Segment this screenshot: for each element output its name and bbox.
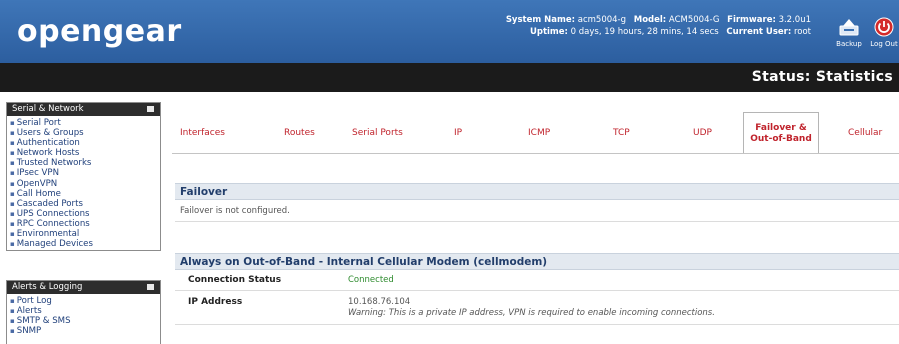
sidebar-item-alerts[interactable]: ▪ Alerts xyxy=(10,306,157,316)
opengear-logo[interactable]: opengear xyxy=(17,14,182,49)
sidebar-item-serial-port[interactable]: ▪ Serial Port xyxy=(10,118,157,128)
logout-label: Log Out xyxy=(870,40,898,48)
serial-network-menu-list: ▪ Serial Port ▪ Users & Groups ▪ Authentica… xyxy=(7,116,160,250)
failover-section-title: Failover xyxy=(175,183,899,200)
tab-udp[interactable]: UDP xyxy=(693,128,712,138)
backup-tray-icon xyxy=(839,19,859,36)
sidebar-item-port-log[interactable]: ▪ Port Log xyxy=(10,296,157,306)
bullet-icon: ▪ xyxy=(10,159,15,168)
sidebar-item-managed-devices[interactable]: ▪ Managed Devices xyxy=(10,239,157,249)
bullet-icon: ▪ xyxy=(10,307,15,316)
alerts-logging-menu: Alerts & Logging ▪ Port Log ▪ Alerts ▪ SMTP… xyxy=(6,280,161,344)
current-user-value: root xyxy=(793,27,811,37)
serial-network-menu: Serial & Network ▪ Serial Port ▪ Users & G… xyxy=(6,102,161,252)
oob-section-title: Always on Out-of-Band - Internal Cellula… xyxy=(175,253,899,270)
tab-ip[interactable]: IP xyxy=(454,128,462,138)
uptime-label: Uptime: xyxy=(529,27,568,37)
connection-status-row: Connection Status Connected xyxy=(175,270,899,291)
tab-failover-label-line2: Out-of-Band xyxy=(750,134,812,144)
alerts-logging-menu-header[interactable]: Alerts & Logging xyxy=(7,281,160,294)
sidebar-item-cascaded-ports[interactable]: ▪ Cascaded Ports xyxy=(10,199,157,209)
bullet-icon: ▪ xyxy=(10,119,15,127)
bullet-icon: ▪ xyxy=(10,189,15,198)
bullet-icon: ▪ xyxy=(10,129,15,138)
logout-button[interactable]: Log Out xyxy=(866,17,899,48)
ip-address-row: IP Address 10.168.76.104 Warning: This i… xyxy=(175,291,899,325)
bullet-icon: ▪ xyxy=(10,230,15,239)
sidebar-item-snmp[interactable]: ▪ SNMP xyxy=(10,326,157,336)
model-label: Model: xyxy=(633,15,667,25)
tab-cellular[interactable]: Cellular xyxy=(848,128,882,138)
collapse-square-icon[interactable] xyxy=(147,284,154,290)
tab-icmp[interactable]: ICMP xyxy=(528,128,550,138)
sidebar-item-environmental[interactable]: ▪ Environmental xyxy=(10,229,157,239)
sidebar-item-trusted-networks[interactable]: ▪ Trusted Networks xyxy=(10,158,157,168)
backup-label: Backup xyxy=(836,40,862,48)
sidebar-item-network-hosts[interactable]: ▪ Network Hosts xyxy=(10,148,157,158)
connection-status-label: Connection Status xyxy=(188,275,282,285)
statistics-tabs: Interfaces Routes Serial Ports IP ICMP T… xyxy=(172,112,899,154)
tab-interfaces[interactable]: Interfaces xyxy=(180,128,225,138)
sidebar-item-rpc-connections[interactable]: ▪ RPC Connections xyxy=(10,219,157,229)
failover-row: Failover is not configured. xyxy=(175,200,899,222)
tab-failover-label-line1: Failover & xyxy=(755,123,807,133)
sidebar-item-ipsec-vpn[interactable]: ▪ IPsec VPN xyxy=(10,168,157,178)
alerts-logging-menu-list: ▪ Port Log ▪ Alerts ▪ SMTP & SMS ▪ SNMP xyxy=(7,294,160,337)
current-user-label: Current User: xyxy=(726,27,792,37)
sidebar-item-users-groups[interactable]: ▪ Users & Groups xyxy=(10,128,157,138)
firmware-value: 3.2.0u1 xyxy=(778,15,811,25)
bullet-icon: ▪ xyxy=(10,139,15,148)
backup-button[interactable]: Backup xyxy=(831,17,867,48)
connection-status-value: Connected xyxy=(348,275,394,285)
tab-serial-ports[interactable]: Serial Ports xyxy=(352,128,403,138)
page-title: Status: Statistics xyxy=(751,69,893,85)
serial-network-menu-title: Serial & Network xyxy=(12,104,84,114)
title-bar: Status: Statistics xyxy=(0,63,899,92)
bullet-icon: ▪ xyxy=(10,169,15,178)
ip-address-block: 10.168.76.104 Warning: This is a private… xyxy=(348,297,715,319)
sidebar-item-authentication[interactable]: ▪ Authentication xyxy=(10,138,157,148)
alerts-logging-menu-title: Alerts & Logging xyxy=(12,282,83,292)
bullet-icon: ▪ xyxy=(10,199,15,208)
bullet-icon: ▪ xyxy=(10,149,15,158)
tab-routes[interactable]: Routes xyxy=(284,128,315,138)
tabs-divider xyxy=(172,153,899,154)
ip-address-value: 10.168.76.104 xyxy=(348,297,411,307)
bullet-icon: ▪ xyxy=(10,219,15,228)
bullet-icon: ▪ xyxy=(10,297,15,305)
collapse-square-icon[interactable] xyxy=(147,106,154,112)
model-value: ACM5004-G xyxy=(668,15,720,25)
bullet-icon: ▪ xyxy=(10,240,15,249)
sidebar-item-call-home[interactable]: ▪ Call Home xyxy=(10,189,157,199)
sidebar-item-ups-connections[interactable]: ▪ UPS Connections xyxy=(10,209,157,219)
uptime-value: 0 days, 19 hours, 28 mins, 14 secs xyxy=(570,27,719,37)
bullet-icon: ▪ xyxy=(10,327,15,336)
top-header: opengear System Name: acm5004-g Model: A… xyxy=(0,0,899,63)
failover-message: Failover is not configured. xyxy=(180,206,290,216)
serial-network-menu-header[interactable]: Serial & Network xyxy=(7,103,160,116)
ip-warning-text: Warning: This is a private IP address, V… xyxy=(348,308,715,318)
tab-tcp[interactable]: TCP xyxy=(613,128,630,138)
system-name-value: acm5004-g xyxy=(577,15,627,25)
system-name-label: System Name: xyxy=(505,15,576,25)
system-info: System Name: acm5004-g Model: ACM5004-G … xyxy=(506,14,811,38)
bullet-icon: ▪ xyxy=(10,317,15,326)
sidebar-item-smtp-sms[interactable]: ▪ SMTP & SMS xyxy=(10,316,157,326)
ip-address-label: IP Address xyxy=(188,297,243,307)
sidebar-item-openvpn[interactable]: ▪ OpenVPN xyxy=(10,179,157,189)
bullet-icon: ▪ xyxy=(10,179,15,188)
firmware-label: Firmware: xyxy=(727,15,776,25)
bullet-icon: ▪ xyxy=(10,209,15,218)
tab-failover-out-of-band[interactable]: Failover & Out-of-Band xyxy=(743,112,819,154)
power-icon xyxy=(874,17,894,37)
